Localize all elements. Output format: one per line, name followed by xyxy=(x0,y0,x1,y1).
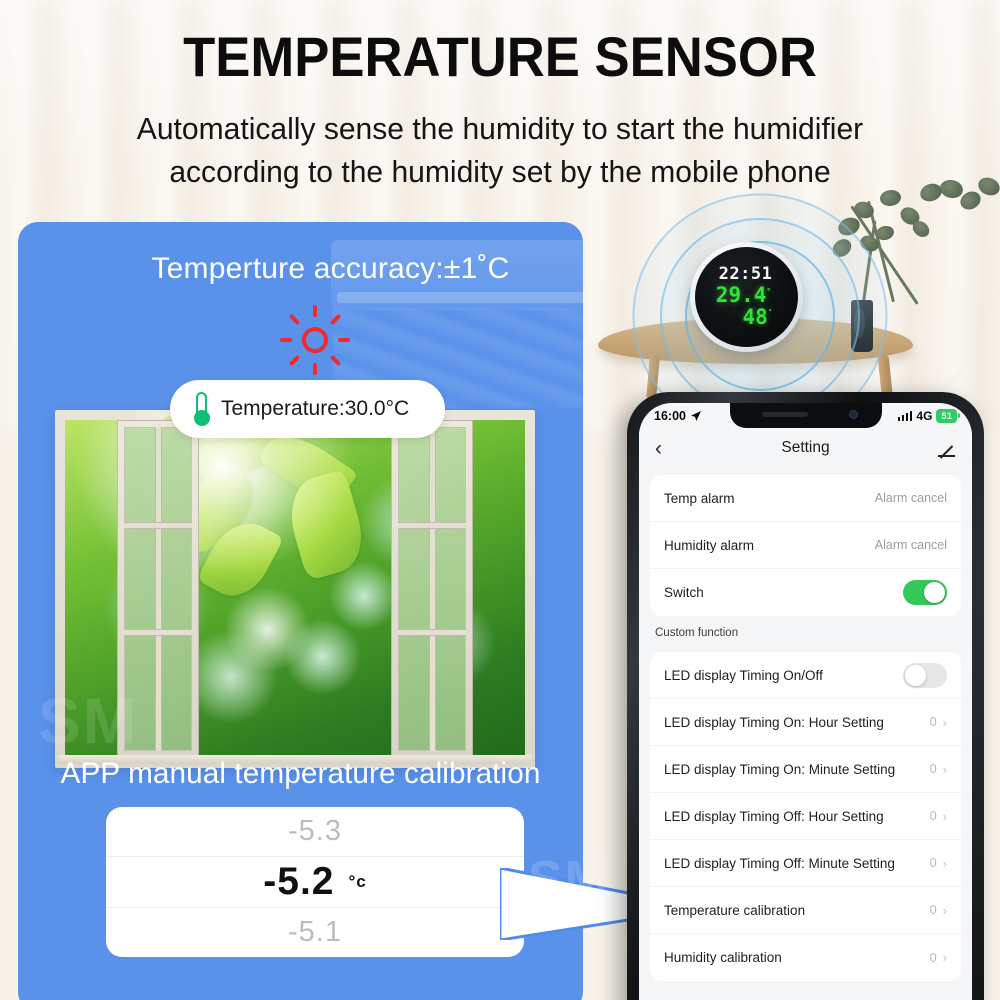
sensor-led-display: 22:51 29.4° 48˚ xyxy=(695,247,798,347)
row-label: Humidity alarm xyxy=(664,537,755,553)
settings-row-led-on-minute[interactable]: LED display Timing On: Minute Setting 0 … xyxy=(650,746,961,793)
led-timing-toggle[interactable] xyxy=(903,662,947,688)
settings-row-temp-alarm[interactable]: Temp alarm Alarm cancel xyxy=(650,475,961,522)
row-value: 0 › xyxy=(929,855,947,871)
picker-option-above[interactable]: -5.3 xyxy=(106,807,524,856)
page-title: TEMPERATURE SENSOR xyxy=(183,25,817,88)
settings-row-led-on-hour[interactable]: LED display Timing On: Hour Setting 0 › xyxy=(650,699,961,746)
phone-mockup: 16:00 4G 51 ‹ Setting Temp alarm Alarm c… xyxy=(627,392,984,1000)
picker-unit: °c xyxy=(348,871,367,891)
row-label: Temp alarm xyxy=(664,490,735,506)
row-label: Humidity calibration xyxy=(664,950,782,965)
network-type: 4G xyxy=(916,409,933,423)
accuracy-title: Temperture accuracy:±1˚C xyxy=(151,252,510,285)
row-label: LED display Timing On/Off xyxy=(664,667,823,683)
chevron-right-icon: › xyxy=(942,950,947,965)
temperature-badge-text: Temperature:30.0°C xyxy=(221,397,410,420)
settings-row-led-off-minute[interactable]: LED display Timing Off: Minute Setting 0… xyxy=(650,840,961,887)
row-value: 0 › xyxy=(929,902,947,918)
row-value: 0 › xyxy=(929,808,947,824)
sun-icon xyxy=(280,305,350,375)
page-subtitle-line-2: according to the humidity set by the mob… xyxy=(169,155,831,190)
sensor-humidity: 48˚ xyxy=(742,304,773,329)
chevron-right-icon: › xyxy=(942,902,947,918)
row-label: LED display Timing Off: Hour Setting xyxy=(664,808,884,824)
status-time: 16:00 xyxy=(654,409,686,423)
sensor-temperature: 29.4° xyxy=(715,282,772,307)
settings-row-led-off-hour[interactable]: LED display Timing Off: Hour Setting 0 › xyxy=(650,793,961,840)
phone-screen: 16:00 4G 51 ‹ Setting Temp alarm Alarm c… xyxy=(639,403,972,1000)
settings-row-switch[interactable]: Switch xyxy=(650,569,961,616)
feature-panel: Temperture accuracy:±1˚C Temperature:30.… xyxy=(18,222,583,1000)
calibration-picker[interactable]: -5.3 -5.2 °c -5.1 xyxy=(106,807,524,957)
temperature-sensor-device: 22:51 29.4° 48˚ xyxy=(690,242,803,352)
row-label: LED display Timing On: Hour Setting xyxy=(664,714,884,730)
chevron-right-icon: › xyxy=(942,855,947,871)
battery-indicator: 51 xyxy=(936,409,960,423)
navbar-title: Setting xyxy=(781,439,830,456)
picker-option-below[interactable]: -5.1 xyxy=(106,908,524,957)
settings-row-humidity-alarm[interactable]: Humidity alarm Alarm cancel xyxy=(650,522,961,569)
row-value: Alarm cancel xyxy=(874,538,947,552)
phone-status-bar: 16:00 4G 51 xyxy=(639,403,972,429)
row-value: 0 › xyxy=(929,714,947,730)
section-label-custom-function: Custom function xyxy=(655,627,739,639)
row-label: LED display Timing On: Minute Setting xyxy=(664,761,896,777)
switch-toggle[interactable] xyxy=(903,580,947,605)
settings-custom-card: LED display Timing On/Off LED display Ti… xyxy=(650,652,961,981)
row-value: 0 › xyxy=(929,950,947,965)
pencil-edit-icon[interactable] xyxy=(936,438,956,458)
settings-row-humidity-calibration[interactable]: Humidity calibration 0 › xyxy=(650,934,961,981)
picker-option-selected[interactable]: -5.2 °c xyxy=(106,856,524,908)
location-arrow-icon xyxy=(690,411,701,421)
row-label: LED display Timing Off: Minute Setting xyxy=(664,855,895,871)
settings-row-temperature-calibration[interactable]: Temperature calibration 0 › xyxy=(650,887,961,934)
page-subtitle: Automatically sense the humidity to star… xyxy=(8,108,993,195)
settings-main-card: Temp alarm Alarm cancel Humidity alarm A… xyxy=(650,475,961,616)
row-label: Temperature calibration xyxy=(664,902,806,918)
picker-selected-value: -5.2 xyxy=(263,859,335,903)
chevron-right-icon: › xyxy=(942,808,947,824)
temperature-badge: Temperature:30.0°C xyxy=(170,380,445,438)
chevron-right-icon: › xyxy=(942,714,947,730)
settings-row-led-timing-onoff[interactable]: LED display Timing On/Off xyxy=(650,652,961,699)
calibration-title: APP manual temperature calibration xyxy=(60,757,541,790)
window-scene-image xyxy=(55,410,535,768)
power-cable xyxy=(755,344,970,396)
phone-navbar: ‹ Setting xyxy=(639,429,972,467)
row-value: 0 › xyxy=(929,761,947,777)
page-subtitle-line-1: Automatically sense the humidity to star… xyxy=(136,112,864,146)
chevron-right-icon: › xyxy=(942,761,947,777)
row-label: Switch xyxy=(664,585,704,600)
thermometer-icon xyxy=(192,392,211,426)
sensor-time: 22:51 xyxy=(718,264,773,285)
window-pane-right xyxy=(391,420,473,758)
window-pane-left xyxy=(117,420,199,758)
row-value: Alarm cancel xyxy=(874,491,947,505)
signal-bars-icon xyxy=(897,411,913,421)
